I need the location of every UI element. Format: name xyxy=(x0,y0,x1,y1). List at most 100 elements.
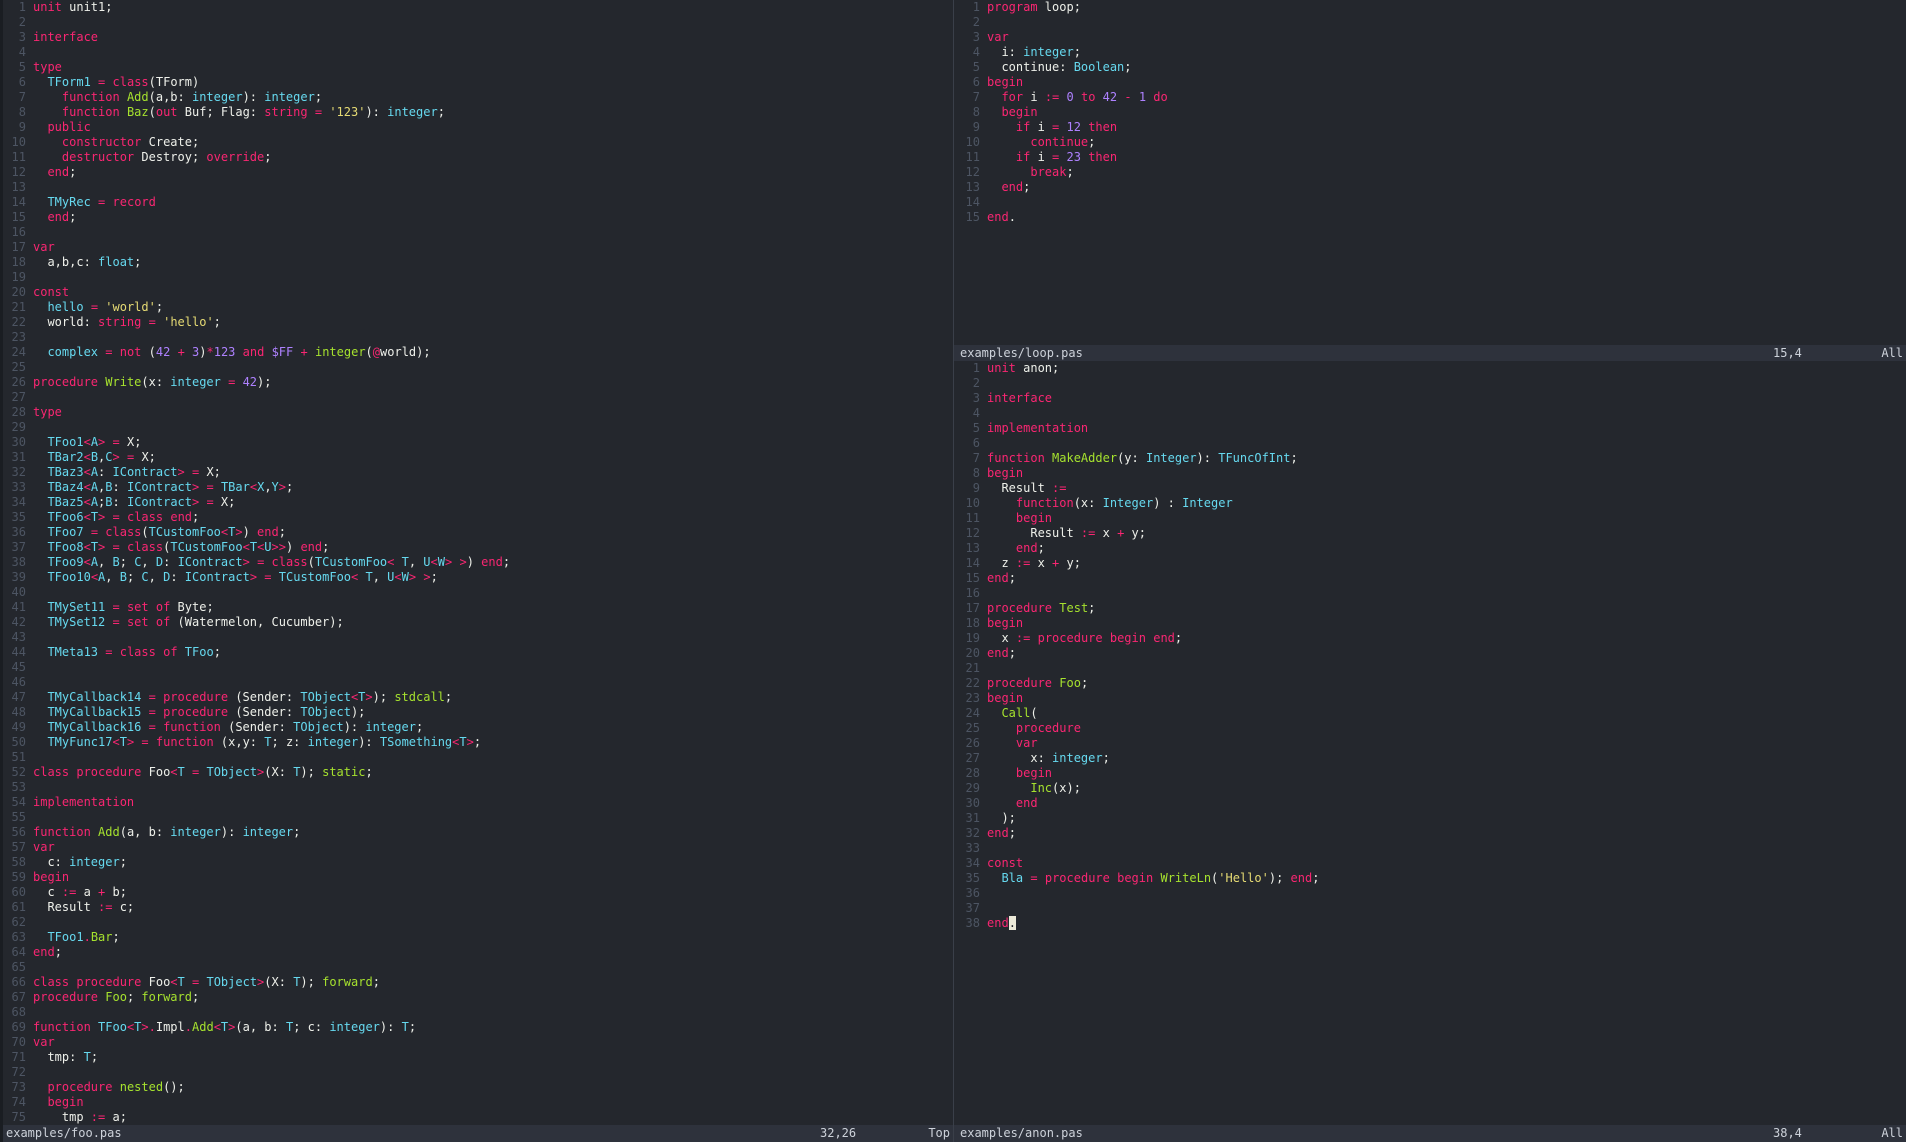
code-line xyxy=(958,1096,1906,1111)
code-line: 9 if i = 12 then xyxy=(958,120,1906,135)
code-line: 3var xyxy=(958,30,1906,45)
line-number: 64 xyxy=(4,945,26,960)
code-line xyxy=(958,300,1906,315)
code-line: 24 complex = not (42 + 3)*123 and $FF + … xyxy=(4,345,953,360)
line-number: 29 xyxy=(4,420,26,435)
line-number: 31 xyxy=(4,450,26,465)
statusline-foo[interactable]: examples/foo.pas 32,26 Top xyxy=(0,1125,953,1142)
line-number: 24 xyxy=(4,345,26,360)
code-line: 38 TFoo9<A, B; C, D: IContract> = class(… xyxy=(4,555,953,570)
line-number: 6 xyxy=(958,75,980,90)
line-number: 15 xyxy=(4,210,26,225)
code-line xyxy=(958,255,1906,270)
line-number: 39 xyxy=(4,570,26,585)
code-line: 5implementation xyxy=(958,421,1906,436)
code-line: 25 procedure xyxy=(958,721,1906,736)
code-line: 6 TForm1 = class(TForm) xyxy=(4,75,953,90)
code-line: 9 public xyxy=(4,120,953,135)
code-line: 1unit anon; xyxy=(958,361,1906,376)
line-number: 11 xyxy=(958,150,980,165)
line-number: 22 xyxy=(958,676,980,691)
line-number: 3 xyxy=(4,30,26,45)
code-line: 28 begin xyxy=(958,766,1906,781)
code-line: 45 xyxy=(4,660,953,675)
line-number: 15 xyxy=(958,210,980,225)
line-number: 37 xyxy=(4,540,26,555)
editor-pane-loop[interactable]: 1program loop;23var4 i: integer;5 contin… xyxy=(954,0,1906,345)
statusline-anon[interactable]: examples/anon.pas 38,4 All xyxy=(954,1125,1906,1142)
cursor-position-anon: 38,4 xyxy=(1773,1125,1802,1142)
code-line: 15end; xyxy=(958,571,1906,586)
line-number: 72 xyxy=(4,1065,26,1080)
code-line xyxy=(958,1006,1906,1021)
line-number: 68 xyxy=(4,1005,26,1020)
line-number: 34 xyxy=(4,495,26,510)
line-number: 20 xyxy=(958,646,980,661)
code-line: 49 TMyCallback16 = function (Sender: TOb… xyxy=(4,720,953,735)
code-line: 20const xyxy=(4,285,953,300)
code-line: 7function MakeAdder(y: Integer): TFuncOf… xyxy=(958,451,1906,466)
line-number: 55 xyxy=(4,810,26,825)
line-number: 16 xyxy=(958,586,980,601)
scroll-indicator-loop: All xyxy=(1881,345,1903,361)
code-line: 40 xyxy=(4,585,953,600)
line-number: 31 xyxy=(958,811,980,826)
line-number: 1 xyxy=(4,0,26,15)
code-line: 43 xyxy=(4,630,953,645)
code-line: 50 TMyFunc17<T> = function (x,y: T; z: i… xyxy=(4,735,953,750)
code-line xyxy=(958,1036,1906,1051)
code-line: 5 continue: Boolean; xyxy=(958,60,1906,75)
code-line: 28type xyxy=(4,405,953,420)
line-number: 74 xyxy=(4,1095,26,1110)
line-number: 30 xyxy=(958,796,980,811)
line-number: 26 xyxy=(958,736,980,751)
line-number: 35 xyxy=(4,510,26,525)
line-number: 61 xyxy=(4,900,26,915)
code-line xyxy=(958,991,1906,1006)
code-line: 58 c: integer; xyxy=(4,855,953,870)
code-line: 60 c := a + b; xyxy=(4,885,953,900)
editor-pane-foo[interactable]: 1unit unit1;23interface45type6 TForm1 = … xyxy=(0,0,953,1125)
code-line: 8begin xyxy=(958,466,1906,481)
line-number: 13 xyxy=(4,180,26,195)
line-number: 19 xyxy=(958,631,980,646)
code-line: 4 xyxy=(958,406,1906,421)
line-number: 43 xyxy=(4,630,26,645)
code-line: 34 TBaz5<A;B: IContract> = X; xyxy=(4,495,953,510)
line-number: 75 xyxy=(4,1110,26,1125)
line-number: 56 xyxy=(4,825,26,840)
line-number: 9 xyxy=(958,481,980,496)
code-line: 9 Result := xyxy=(958,481,1906,496)
line-number: 37 xyxy=(958,901,980,916)
code-line: 32 TBaz3<A: IContract> = X; xyxy=(4,465,953,480)
code-line: 54implementation xyxy=(4,795,953,810)
code-line: 65 xyxy=(4,960,953,975)
code-line: 36 xyxy=(958,886,1906,901)
line-number: 38 xyxy=(4,555,26,570)
code-line: 27 xyxy=(4,390,953,405)
line-number: 44 xyxy=(4,645,26,660)
statusline-loop[interactable]: examples/loop.pas 15,4 All xyxy=(954,345,1906,361)
code-line: 52class procedure Foo<T = TObject>(X: T)… xyxy=(4,765,953,780)
code-line: 1program loop; xyxy=(958,0,1906,15)
line-number: 4 xyxy=(958,406,980,421)
line-number: 33 xyxy=(958,841,980,856)
code-line: 18begin xyxy=(958,616,1906,631)
code-line: 19 x := procedure begin end; xyxy=(958,631,1906,646)
code-line: 37 xyxy=(958,901,1906,916)
line-number: 36 xyxy=(4,525,26,540)
line-number: 73 xyxy=(4,1080,26,1095)
code-line: 2 xyxy=(4,15,953,30)
line-number: 8 xyxy=(4,105,26,120)
code-line xyxy=(958,1021,1906,1036)
editor-pane-anon[interactable]: 1unit anon;23interface45implementation67… xyxy=(954,361,1906,1125)
line-number: 8 xyxy=(958,466,980,481)
line-number: 22 xyxy=(4,315,26,330)
line-number: 14 xyxy=(4,195,26,210)
line-number: 23 xyxy=(4,330,26,345)
line-number: 57 xyxy=(4,840,26,855)
code-line: 14 TMyRec = record xyxy=(4,195,953,210)
code-line: 11 begin xyxy=(958,511,1906,526)
code-line: 37 TFoo8<T> = class(TCustomFoo<T<U>>) en… xyxy=(4,540,953,555)
code-line: 2 xyxy=(958,376,1906,391)
